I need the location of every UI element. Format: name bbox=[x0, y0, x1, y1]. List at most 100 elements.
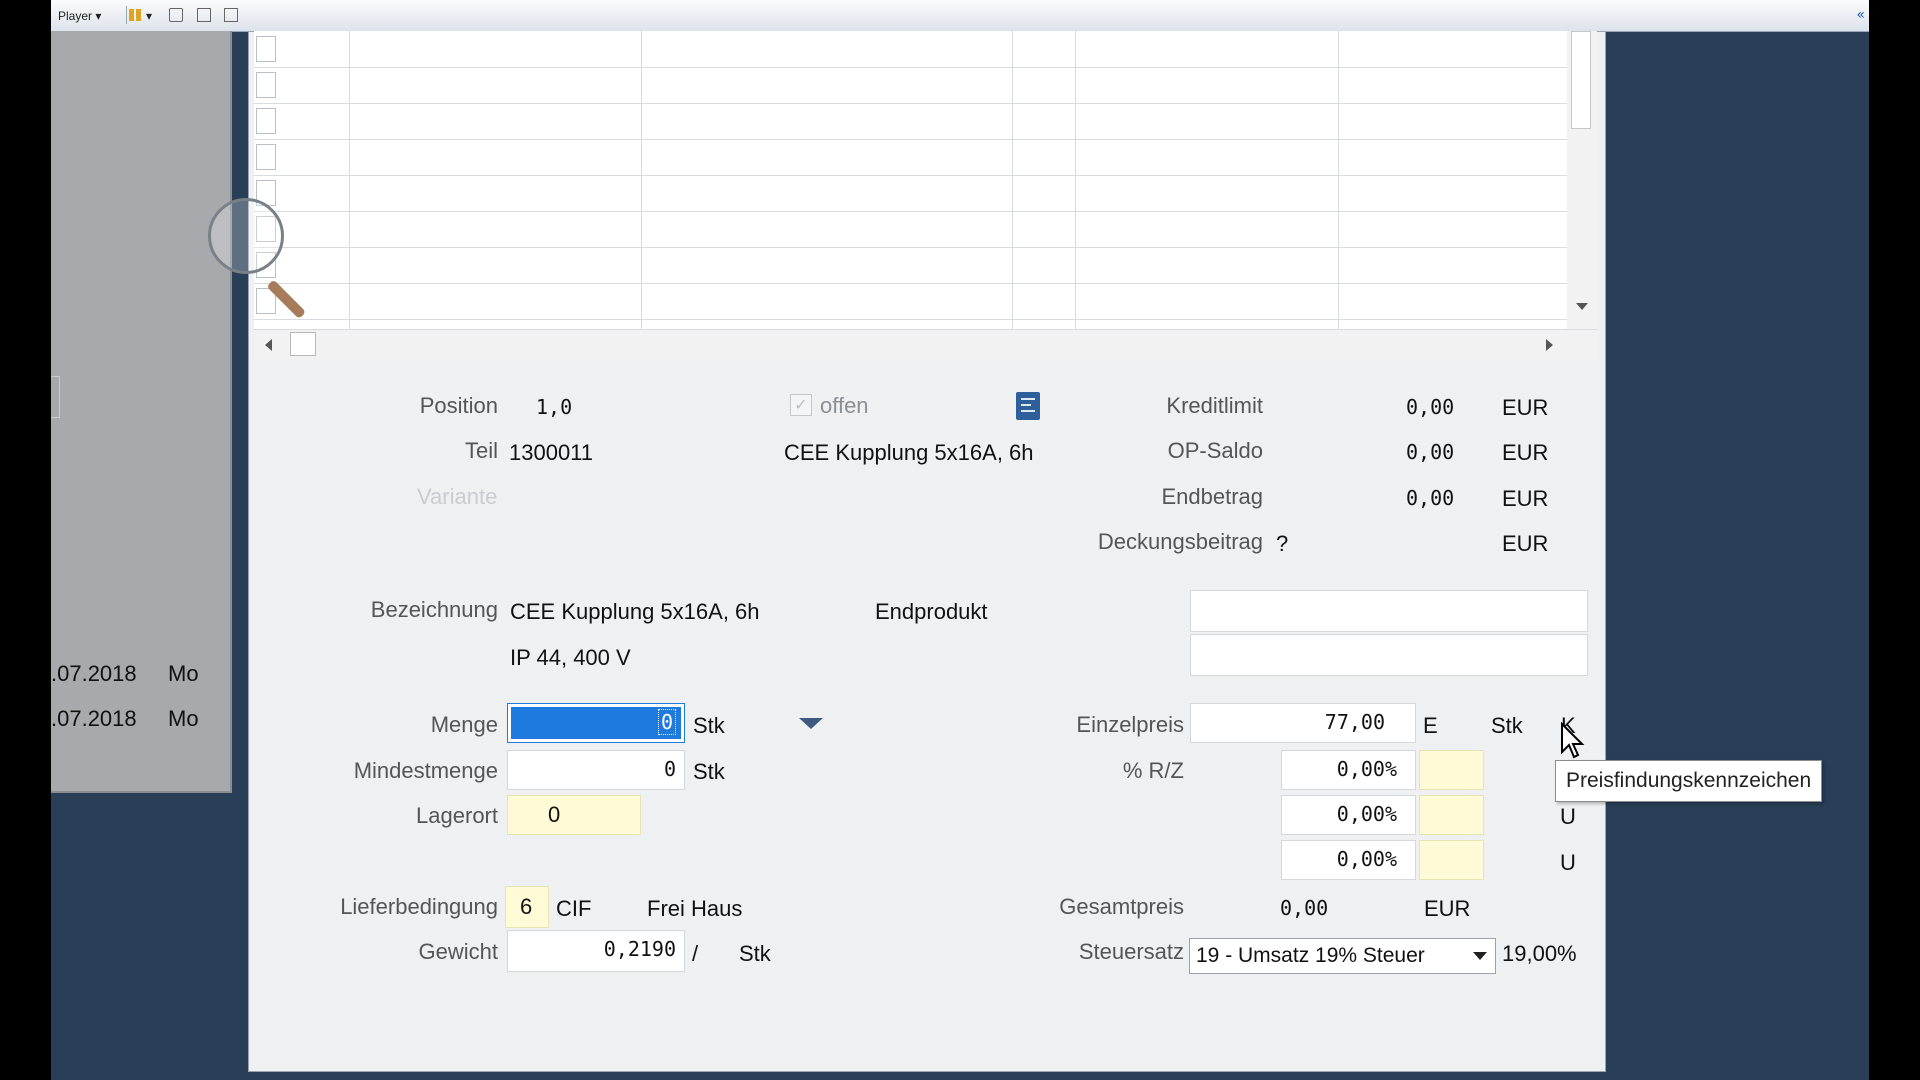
endbetrag-currency: EUR bbox=[1502, 486, 1549, 511]
bezeichnung-line1: CEE Kupplung 5x16A, 6h bbox=[510, 599, 760, 624]
grid-line bbox=[1075, 31, 1076, 329]
lieferbedingung-text: Frei Haus bbox=[647, 896, 743, 921]
row-selector[interactable] bbox=[256, 72, 276, 98]
rz-flag-field-2[interactable] bbox=[1419, 795, 1484, 835]
kreditlimit-currency: EUR bbox=[1502, 395, 1549, 420]
unity-icon[interactable] bbox=[224, 8, 238, 22]
gesamtpreis-currency: EUR bbox=[1424, 896, 1471, 921]
grid-line bbox=[254, 139, 1567, 140]
panel-handle[interactable] bbox=[51, 376, 60, 418]
kreditlimit-label: Kreditlimit bbox=[1166, 393, 1263, 418]
document-icon-line bbox=[1021, 404, 1031, 406]
left-row-date: .07.2018 bbox=[51, 661, 137, 686]
row-selector[interactable] bbox=[256, 36, 276, 62]
teil-label: Teil bbox=[464, 438, 498, 463]
left-panel: .07.2018 Mo .07.2018 Mo bbox=[51, 31, 232, 793]
chevron-down-icon[interactable]: ▾ bbox=[146, 9, 152, 23]
send-ctrl-alt-del-icon[interactable] bbox=[169, 8, 183, 22]
deckungsbeitrag-value: ? bbox=[1276, 531, 1289, 556]
mindestmenge-field[interactable]: 0 bbox=[507, 750, 685, 790]
grid-line bbox=[349, 31, 350, 329]
gewicht-unit: Stk bbox=[739, 941, 771, 966]
offen-checkbox[interactable]: ✓ bbox=[790, 394, 812, 416]
steuersatz-selected: 19 - Umsatz 19% Steuer bbox=[1196, 944, 1425, 967]
lagerort-field[interactable]: 0 bbox=[507, 795, 641, 835]
opsaldo-label: OP-Saldo bbox=[1167, 438, 1263, 463]
einzelpreis-unit: Stk bbox=[1491, 713, 1523, 738]
lagerort-value: 0 bbox=[548, 802, 561, 827]
bezeichnung-label: Bezeichnung bbox=[370, 597, 498, 622]
collapse-toolbar-icon[interactable]: « bbox=[1856, 7, 1865, 23]
mouse-pointer-icon bbox=[1561, 722, 1585, 759]
endbetrag-value: 0,00 bbox=[1406, 486, 1455, 510]
rz-value-2: 0,00% bbox=[1336, 802, 1397, 826]
grid-line bbox=[641, 31, 642, 329]
menge-selection bbox=[511, 707, 681, 739]
scroll-down-icon[interactable] bbox=[1576, 303, 1588, 310]
chevron-down-icon[interactable] bbox=[799, 718, 823, 729]
rz-flag-field-1[interactable] bbox=[1419, 750, 1484, 790]
vertical-scroll-thumb[interactable] bbox=[1571, 31, 1591, 129]
scroll-right-icon[interactable] bbox=[1546, 339, 1553, 351]
endprodukt-field-2[interactable] bbox=[1190, 634, 1588, 676]
menge-value: 0 bbox=[657, 709, 676, 735]
horizontal-scroll-thumb[interactable] bbox=[290, 332, 316, 356]
gesamtpreis-value: 0,00 bbox=[1280, 896, 1329, 920]
fit-window-icon[interactable] bbox=[197, 8, 211, 22]
positions-grid[interactable] bbox=[254, 31, 1567, 329]
offen-label: offen bbox=[820, 393, 869, 418]
steuersatz-select[interactable]: 19 - Umsatz 19% Steuer bbox=[1189, 938, 1496, 974]
row-selector[interactable] bbox=[256, 144, 276, 170]
position-value: 1,0 bbox=[536, 395, 573, 419]
variante-label: Variante bbox=[417, 484, 498, 509]
vertical-scrollbar[interactable] bbox=[1567, 31, 1597, 329]
mindestmenge-unit: Stk bbox=[693, 759, 725, 784]
lieferbedingung-incoterm: CIF bbox=[556, 896, 592, 921]
gewicht-value: 0,2190 bbox=[603, 937, 676, 961]
rz-flag-field-3[interactable] bbox=[1419, 840, 1484, 880]
row-selector[interactable] bbox=[256, 108, 276, 134]
rz-field-3[interactable]: 0,00% bbox=[1281, 840, 1416, 880]
document-icon[interactable] bbox=[1016, 392, 1040, 420]
opsaldo-value: 0,00 bbox=[1406, 440, 1455, 464]
position-label: Position bbox=[419, 393, 498, 418]
gesamtpreis-label: Gesamtpreis bbox=[1059, 894, 1184, 919]
teil-description: CEE Kupplung 5x16A, 6h bbox=[784, 440, 1034, 465]
left-row-day: Mo bbox=[168, 661, 199, 686]
endprodukt-field-1[interactable] bbox=[1190, 590, 1588, 632]
rz-flag-u-2: U bbox=[1560, 850, 1576, 875]
player-menu[interactable]: Player ▾ bbox=[58, 9, 101, 23]
scroll-left-icon[interactable] bbox=[265, 339, 272, 351]
rz-value-3: 0,00% bbox=[1336, 847, 1397, 871]
toolbar-divider bbox=[126, 6, 127, 24]
deckungsbeitrag-label: Deckungsbeitrag bbox=[1097, 529, 1263, 554]
horizontal-scrollbar[interactable] bbox=[254, 329, 1597, 360]
left-row-day: Mo bbox=[168, 706, 199, 731]
opsaldo-currency: EUR bbox=[1502, 440, 1549, 465]
rz-flag-u-1: U bbox=[1560, 804, 1576, 829]
rz-field-1[interactable]: 0,00% bbox=[1281, 750, 1416, 790]
chevron-down-icon: ▾ bbox=[95, 9, 102, 23]
grid-line bbox=[254, 211, 1567, 212]
grid-line bbox=[1012, 31, 1013, 329]
mindestmenge-value: 0 bbox=[663, 757, 676, 781]
einzelpreis-value: 77,00 bbox=[1324, 710, 1385, 734]
einzelpreis-flag: E bbox=[1423, 713, 1438, 738]
rz-label: % R/Z bbox=[1122, 758, 1184, 783]
kreditlimit-value: 0,00 bbox=[1406, 395, 1455, 419]
pause-icon[interactable] bbox=[129, 9, 134, 21]
rz-field-2[interactable]: 0,00% bbox=[1281, 795, 1416, 835]
endprodukt-label: Endprodukt bbox=[875, 599, 988, 624]
tooltip: Preisfindungskennzeichen bbox=[1555, 760, 1823, 802]
menge-field[interactable]: 0 bbox=[507, 703, 685, 743]
lieferbedingung-code-field[interactable]: 6 bbox=[505, 886, 549, 928]
grid-line bbox=[1338, 31, 1339, 329]
deckungsbeitrag-currency: EUR bbox=[1502, 531, 1549, 556]
document-icon-line bbox=[1021, 398, 1035, 400]
chevron-down-icon[interactable] bbox=[1473, 952, 1487, 960]
gewicht-field[interactable]: 0,2190 bbox=[507, 930, 685, 972]
lagerort-label: Lagerort bbox=[416, 803, 498, 828]
gewicht-separator: / bbox=[692, 941, 699, 966]
einzelpreis-field[interactable]: 77,00 bbox=[1190, 703, 1416, 743]
menge-unit: Stk bbox=[693, 713, 725, 738]
